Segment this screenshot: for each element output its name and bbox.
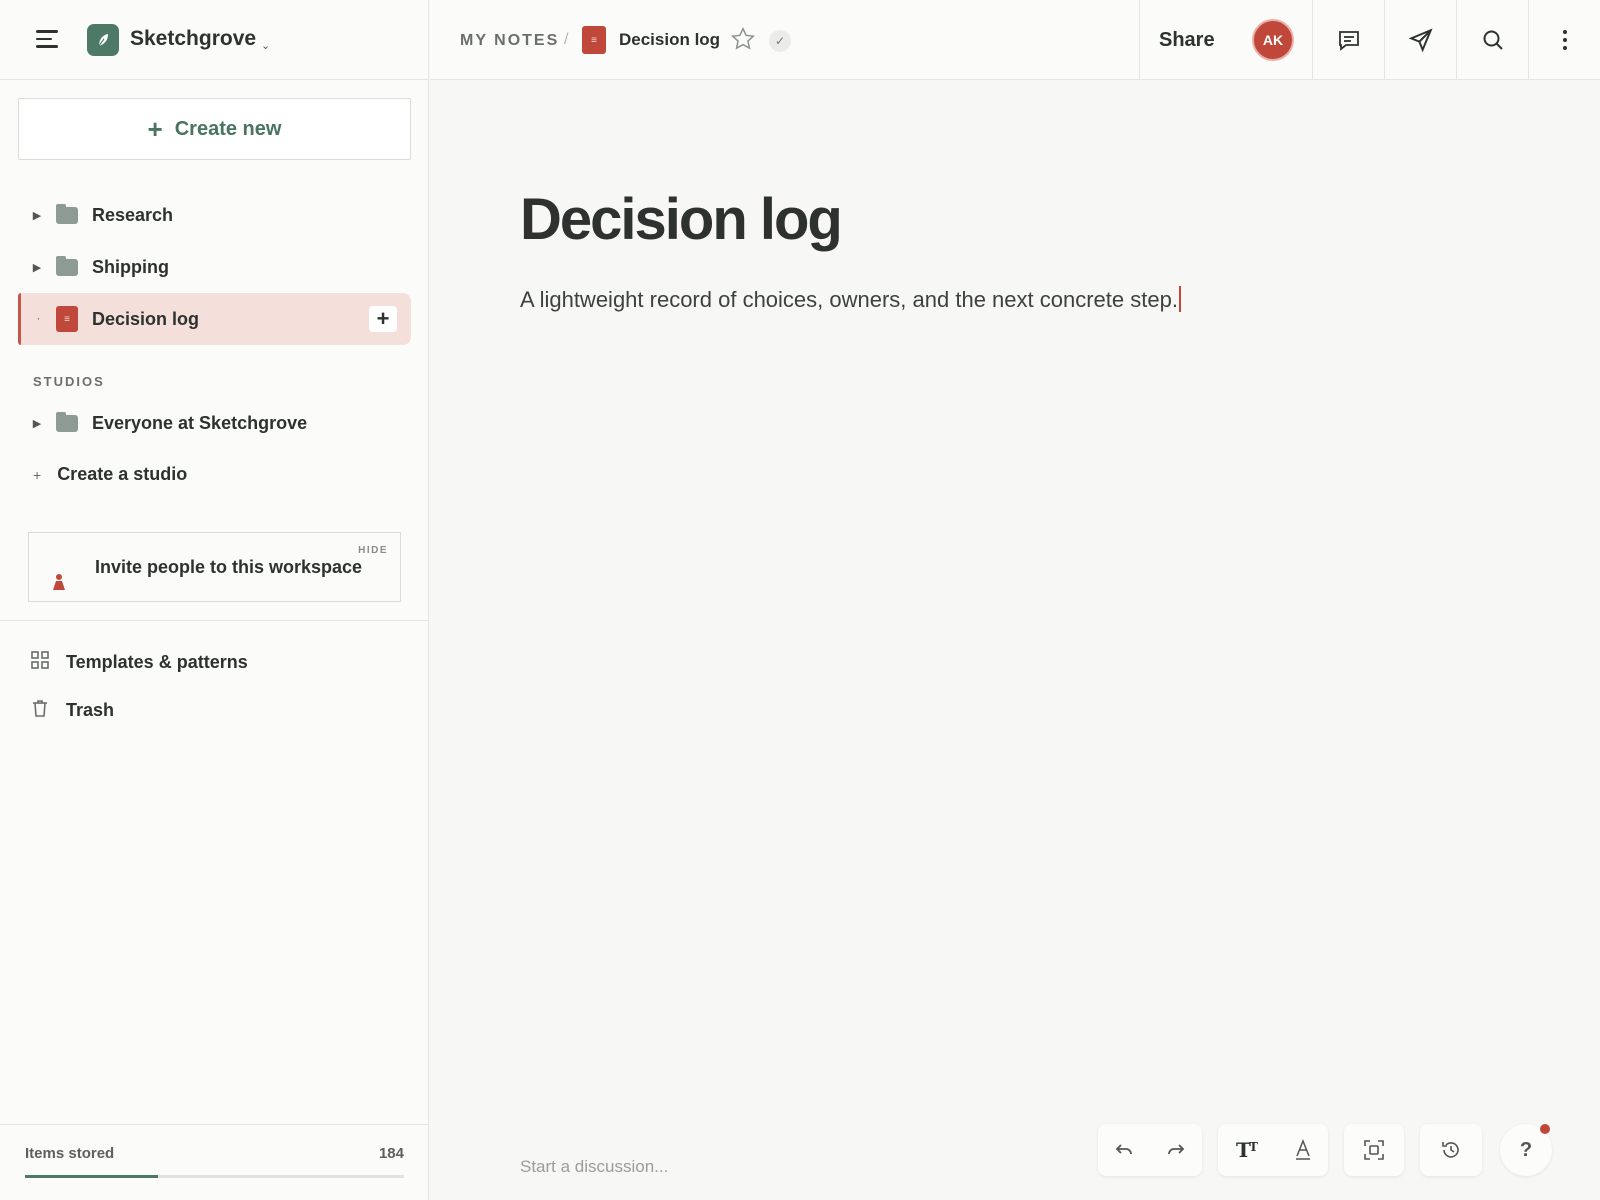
text-color-icon bbox=[1295, 1139, 1310, 1160]
storage-count: 184 bbox=[378, 1145, 404, 1162]
share-area: Share AK bbox=[1139, 0, 1312, 79]
document-body[interactable]: A lightweight record of choices, owners,… bbox=[520, 286, 1181, 313]
send-button[interactable] bbox=[1384, 0, 1456, 79]
tree-item-label: Decision log bbox=[92, 308, 200, 329]
undo-button[interactable] bbox=[1114, 1140, 1134, 1160]
focus-mode-group bbox=[1344, 1124, 1404, 1176]
star-icon[interactable] bbox=[730, 26, 756, 57]
breadcrumb-root[interactable]: MY NOTES bbox=[460, 32, 559, 50]
more-vertical-icon bbox=[1562, 29, 1567, 50]
send-icon bbox=[1408, 27, 1433, 52]
create-studio-label: Create a studio bbox=[57, 464, 188, 484]
templates-link[interactable]: Templates & patterns bbox=[30, 650, 248, 675]
breadcrumb-doc-title[interactable]: Decision log bbox=[619, 30, 720, 50]
redo-icon bbox=[1168, 1144, 1185, 1155]
storage-indicator: Items stored 184 bbox=[0, 1124, 429, 1200]
comment-icon bbox=[1338, 30, 1359, 51]
sidebar-header: Sketchgrove ⌄ bbox=[0, 0, 428, 80]
share-button[interactable]: Share bbox=[1159, 29, 1215, 52]
document-subtitle: A lightweight record of choices, owners,… bbox=[520, 287, 1178, 312]
trash-icon bbox=[30, 698, 50, 723]
folder-icon bbox=[56, 411, 78, 432]
search-button[interactable] bbox=[1456, 0, 1528, 79]
notification-dot bbox=[1540, 1124, 1550, 1134]
caret-right-icon[interactable]: ▶ bbox=[18, 209, 56, 222]
undo-redo-group bbox=[1098, 1124, 1202, 1176]
focus-mode-button[interactable] bbox=[1363, 1139, 1385, 1161]
plus-icon: + bbox=[147, 114, 163, 144]
text-color-button[interactable] bbox=[1294, 1139, 1312, 1161]
chevron-down-icon[interactable]: ⌄ bbox=[261, 39, 270, 52]
text-size-button[interactable]: TT bbox=[1235, 1139, 1261, 1161]
studios-section-label: STUDIOS bbox=[33, 374, 105, 389]
more-options-button[interactable] bbox=[1528, 0, 1600, 79]
create-studio-button[interactable]: + Create a studio bbox=[33, 464, 187, 485]
caret-right-icon[interactable]: ▶ bbox=[18, 417, 56, 430]
document-title[interactable]: Decision log bbox=[520, 186, 843, 253]
comments-button[interactable] bbox=[1312, 0, 1384, 79]
tree-item-label: Research bbox=[92, 204, 174, 225]
document-icon: ≡ bbox=[582, 26, 606, 54]
tree-item-research[interactable]: ▶ Research bbox=[18, 189, 411, 241]
svg-text:T: T bbox=[1249, 1140, 1258, 1154]
search-icon bbox=[1483, 30, 1503, 50]
add-subpage-button[interactable]: + bbox=[369, 306, 397, 332]
history-icon bbox=[1442, 1142, 1459, 1158]
storage-progress-fill bbox=[25, 1175, 158, 1178]
bullet-icon: · bbox=[36, 313, 41, 325]
document-icon: ≡ bbox=[56, 306, 78, 332]
focus-icon bbox=[1364, 1140, 1384, 1160]
folder-icon bbox=[56, 255, 78, 276]
topbar-actions: Share AK bbox=[1139, 0, 1600, 79]
trash-link[interactable]: Trash bbox=[30, 698, 114, 723]
person-icon bbox=[51, 573, 67, 596]
tree-item-label: Everyone at Sketchgrove bbox=[92, 412, 308, 433]
discussion-input[interactable]: Start a discussion... bbox=[520, 1157, 668, 1177]
sidebar: Sketchgrove ⌄ + Create new ▶ Research ▶ … bbox=[0, 0, 429, 1200]
workspace-logo-icon[interactable] bbox=[87, 24, 119, 56]
tree-item-everyone-studio[interactable]: ▶ Everyone at Sketchgrove bbox=[18, 397, 411, 449]
saved-check-icon: ✓ bbox=[769, 30, 791, 52]
templates-label: Templates & patterns bbox=[66, 652, 248, 672]
tree-item-label: Shipping bbox=[92, 256, 169, 277]
text-format-group: TT bbox=[1218, 1124, 1328, 1176]
storage-label: Items stored bbox=[25, 1145, 115, 1162]
storage-progress-track bbox=[25, 1175, 404, 1178]
hide-invite-button[interactable]: HIDE bbox=[358, 545, 388, 556]
caret-right-icon[interactable]: ▶ bbox=[18, 261, 56, 274]
plus-icon: + bbox=[33, 466, 42, 483]
history-group bbox=[1420, 1124, 1482, 1176]
text-size-icon: TT bbox=[1236, 1139, 1258, 1161]
tree-item-decision-log[interactable]: · ≡ Decision log + bbox=[18, 293, 411, 345]
redo-button[interactable] bbox=[1166, 1140, 1186, 1160]
create-new-label: Create new bbox=[174, 117, 282, 140]
undo-icon bbox=[1115, 1144, 1132, 1155]
sidebar-divider bbox=[0, 620, 429, 621]
invite-link[interactable]: Invite people to this workspace bbox=[95, 557, 362, 578]
tree-item-shipping[interactable]: ▶ Shipping bbox=[18, 241, 411, 293]
workspace-name[interactable]: Sketchgrove bbox=[130, 27, 256, 51]
text-cursor bbox=[1178, 286, 1181, 312]
trash-label: Trash bbox=[66, 700, 115, 720]
folder-icon bbox=[56, 203, 78, 224]
create-new-button[interactable]: + Create new bbox=[18, 98, 411, 160]
avatar[interactable]: AK bbox=[1252, 19, 1294, 61]
grid-icon bbox=[30, 650, 50, 675]
history-button[interactable] bbox=[1440, 1139, 1462, 1161]
menu-icon[interactable] bbox=[36, 30, 58, 48]
breadcrumb-separator: / bbox=[564, 31, 569, 48]
invite-card: HIDE Invite people to this workspace bbox=[28, 532, 401, 602]
topbar: MY NOTES / ≡ Decision log ✓ Share AK bbox=[430, 0, 1600, 80]
